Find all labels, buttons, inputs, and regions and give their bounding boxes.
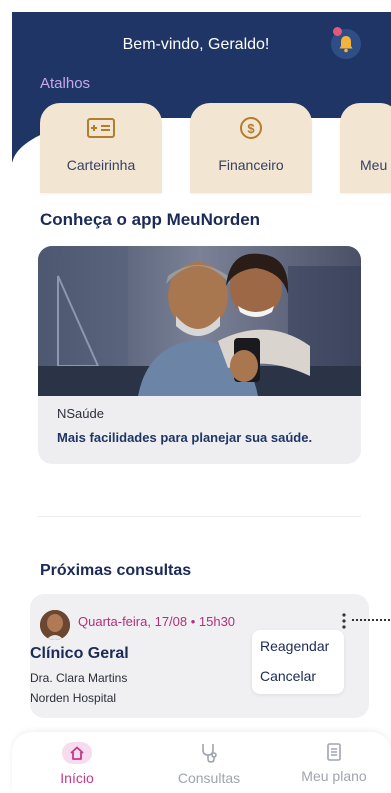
welcome-text: Bem-vindo, Geraldo! — [122, 36, 270, 53]
nav-plan[interactable]: Meu plano — [288, 742, 380, 784]
nav-label: Meu plano — [301, 768, 367, 784]
svg-text:$: $ — [247, 121, 255, 136]
appointment-specialty: Clínico Geral — [30, 645, 129, 662]
cancel-option[interactable]: Cancelar — [260, 668, 316, 684]
home-icon-bubble — [62, 742, 92, 764]
document-icon — [327, 743, 341, 761]
shortcut-financeiro[interactable]: $ Financeiro — [190, 103, 312, 193]
promo-photo — [38, 246, 361, 396]
nav-home[interactable]: Início — [42, 742, 112, 786]
notification-badge — [333, 27, 342, 36]
appointment-date: Quarta-feira, 17/08 • 15h30 — [78, 614, 236, 629]
promo-section-title: Conheça o app MeuNorden — [40, 210, 261, 229]
home-icon — [70, 746, 84, 760]
shortcuts-title: Atalhos — [40, 75, 91, 92]
nav-consultations[interactable]: Consultas — [164, 742, 254, 786]
nav-label: Início — [60, 770, 94, 786]
more-options-icon[interactable] — [340, 612, 348, 630]
nav-label: Consultas — [177, 770, 241, 786]
doctor-avatar — [40, 610, 70, 640]
appointment-options-menu: Reagendar Cancelar — [252, 630, 344, 694]
menu-pointer-line — [352, 619, 391, 621]
stethoscope-icon — [202, 744, 217, 763]
appointment-doctor: Dra. Clara Martins — [30, 671, 128, 685]
appointments-section-title: Próximas consultas — [40, 562, 192, 579]
appointment-location: Norden Hospital — [30, 691, 117, 705]
shortcut-label: Carteirinha — [66, 157, 136, 173]
shortcut-label: Financeiro — [218, 157, 284, 173]
shortcut-meu[interactable]: Meu — [340, 103, 391, 193]
shortcut-carteirinha[interactable]: Carteirinha — [40, 103, 162, 193]
id-card-icon — [87, 118, 115, 138]
dollar-coin-icon: $ — [240, 117, 262, 139]
bell-icon — [339, 36, 353, 53]
reschedule-option[interactable]: Reagendar — [260, 638, 329, 654]
section-divider — [38, 516, 361, 517]
status-bar-area — [0, 0, 391, 12]
shortcut-label: Meu — [360, 157, 388, 173]
promo-card[interactable]: NSaúde Mais facilidades para planejar su… — [38, 246, 361, 464]
bottom-navigation: Início Consultas Meu plano — [12, 732, 391, 793]
promo-description: Mais facilidades para planejar sua saúde… — [57, 430, 313, 445]
promo-tag: NSaúde — [57, 406, 104, 421]
